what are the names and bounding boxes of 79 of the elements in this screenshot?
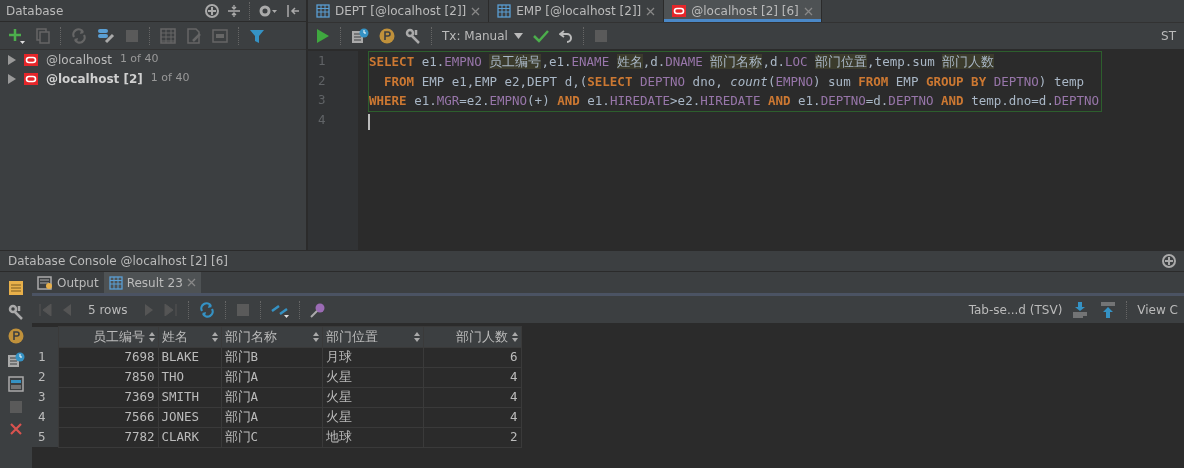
item-count: 1 of 40: [150, 70, 190, 87]
table-cell: 7369: [58, 387, 158, 407]
plan-icon[interactable]: [7, 352, 25, 368]
caret-icon: [513, 33, 523, 39]
sort-icon: [148, 331, 155, 342]
upload-icon[interactable]: [1100, 301, 1117, 318]
editor-tab[interactable]: DEPT [@localhost [2]]: [308, 0, 490, 22]
hide-panel-icon[interactable]: [286, 3, 300, 18]
close-icon[interactable]: [186, 278, 196, 287]
sort-icon: [211, 331, 218, 342]
tx-mode-dropdown[interactable]: Tx: Manual: [442, 27, 523, 45]
table-cell: 7698: [58, 347, 158, 367]
layout-icon[interactable]: [8, 376, 24, 392]
run-icon[interactable]: [316, 28, 330, 44]
pin-icon[interactable]: [309, 301, 326, 318]
table-cell: 7566: [58, 407, 158, 427]
column-header[interactable]: 员工编号: [58, 326, 158, 347]
parameters-icon[interactable]: [379, 28, 395, 44]
expand-arrow-icon[interactable]: [8, 54, 16, 65]
database-icon: [672, 5, 687, 17]
output-icon: [37, 275, 53, 290]
rollback-icon[interactable]: [558, 29, 573, 43]
sql-file-icon[interactable]: [8, 280, 24, 296]
table-cell: 7850: [58, 367, 158, 387]
export-format[interactable]: Tab-se...d (TSV): [968, 300, 1063, 319]
column-header[interactable]: 部门位置: [322, 326, 423, 347]
table-icon: [316, 4, 330, 18]
column-header[interactable]: 姓名: [158, 326, 221, 347]
table-icon[interactable]: [160, 27, 176, 44]
edit-icon[interactable]: [186, 27, 202, 44]
tree-item[interactable]: @localhost: [46, 50, 112, 69]
sort-icon: [413, 331, 420, 342]
panel-title: Database: [6, 2, 65, 20]
refresh-icon[interactable]: [71, 27, 87, 44]
code-line: SELECT e1.EMPNO 员工编号,e1.ENAME 姓名,d.DNAME 部门名称,d.LOC 部门位置,temp.sum 部门人数: [369, 53, 996, 71]
close-icon[interactable]: [471, 6, 481, 16]
row-count: 5 rows: [87, 301, 129, 319]
copy-icon[interactable]: [36, 27, 50, 44]
add-icon[interactable]: [8, 27, 26, 44]
editor-tab[interactable]: EMP [@localhost [2]]: [489, 0, 665, 22]
close-icon[interactable]: [646, 6, 656, 16]
sort-icon: [511, 331, 518, 342]
crosshair-icon[interactable]: [205, 3, 219, 18]
plan-icon[interactable]: [351, 28, 369, 44]
commit-icon[interactable]: [532, 29, 549, 43]
table-icon: [108, 275, 123, 290]
result-tab[interactable]: Output: [32, 272, 104, 293]
result-tab[interactable]: Result 23: [103, 272, 201, 293]
database-icon: [24, 53, 38, 66]
expand-arrow-icon[interactable]: [8, 73, 16, 84]
column-header[interactable]: 部门名称: [221, 326, 322, 347]
sort-icon: [312, 331, 319, 342]
code-line: WHERE e1.MGR=e2.EMPNO(+) AND e1.HIREDATE>e2.HIREDATE AND e1.DEPTNO=d.DEPTNO AND temp.dno=d.DEPTNO: [369, 92, 1100, 110]
collapse-icon[interactable]: [227, 3, 241, 18]
console-icon[interactable]: [212, 28, 228, 43]
toolbar-label: View C: [1137, 301, 1178, 319]
code-line: FROM EMP e1,EMP e2,DEPT d,(SELECT DEPTNO dno, count(EMPNO) sum FROM EMP GROUP BY DEPTNO) temp: [383, 72, 1085, 91]
panel-title: Database Console @localhost [2] [6]: [8, 253, 228, 270]
close-icon[interactable]: [803, 6, 813, 16]
row-number: 1: [32, 347, 58, 367]
text-cursor: [368, 114, 370, 130]
table-cell: 7782: [58, 427, 158, 447]
tree-item[interactable]: @localhost [2]: [46, 69, 143, 88]
close-icon[interactable]: [9, 422, 23, 436]
column-header[interactable]: 部门人数: [423, 326, 521, 347]
parameters-icon[interactable]: [8, 328, 24, 344]
database-icon: [24, 72, 38, 85]
row-number: 4: [32, 407, 58, 427]
refresh-icon[interactable]: [198, 301, 215, 318]
row-number: 5: [32, 427, 58, 447]
row-number: 2: [32, 367, 58, 387]
settings-icon[interactable]: [258, 3, 278, 18]
filter-icon[interactable]: [249, 27, 265, 44]
crosshair-icon[interactable]: [1162, 254, 1176, 268]
row-number: 3: [32, 387, 58, 407]
editor-tab[interactable]: @localhost [2] [6]: [664, 0, 822, 22]
table-icon: [497, 4, 512, 18]
item-count: 1 of 40: [119, 51, 159, 68]
toolbar-label: ST: [1161, 28, 1176, 45]
